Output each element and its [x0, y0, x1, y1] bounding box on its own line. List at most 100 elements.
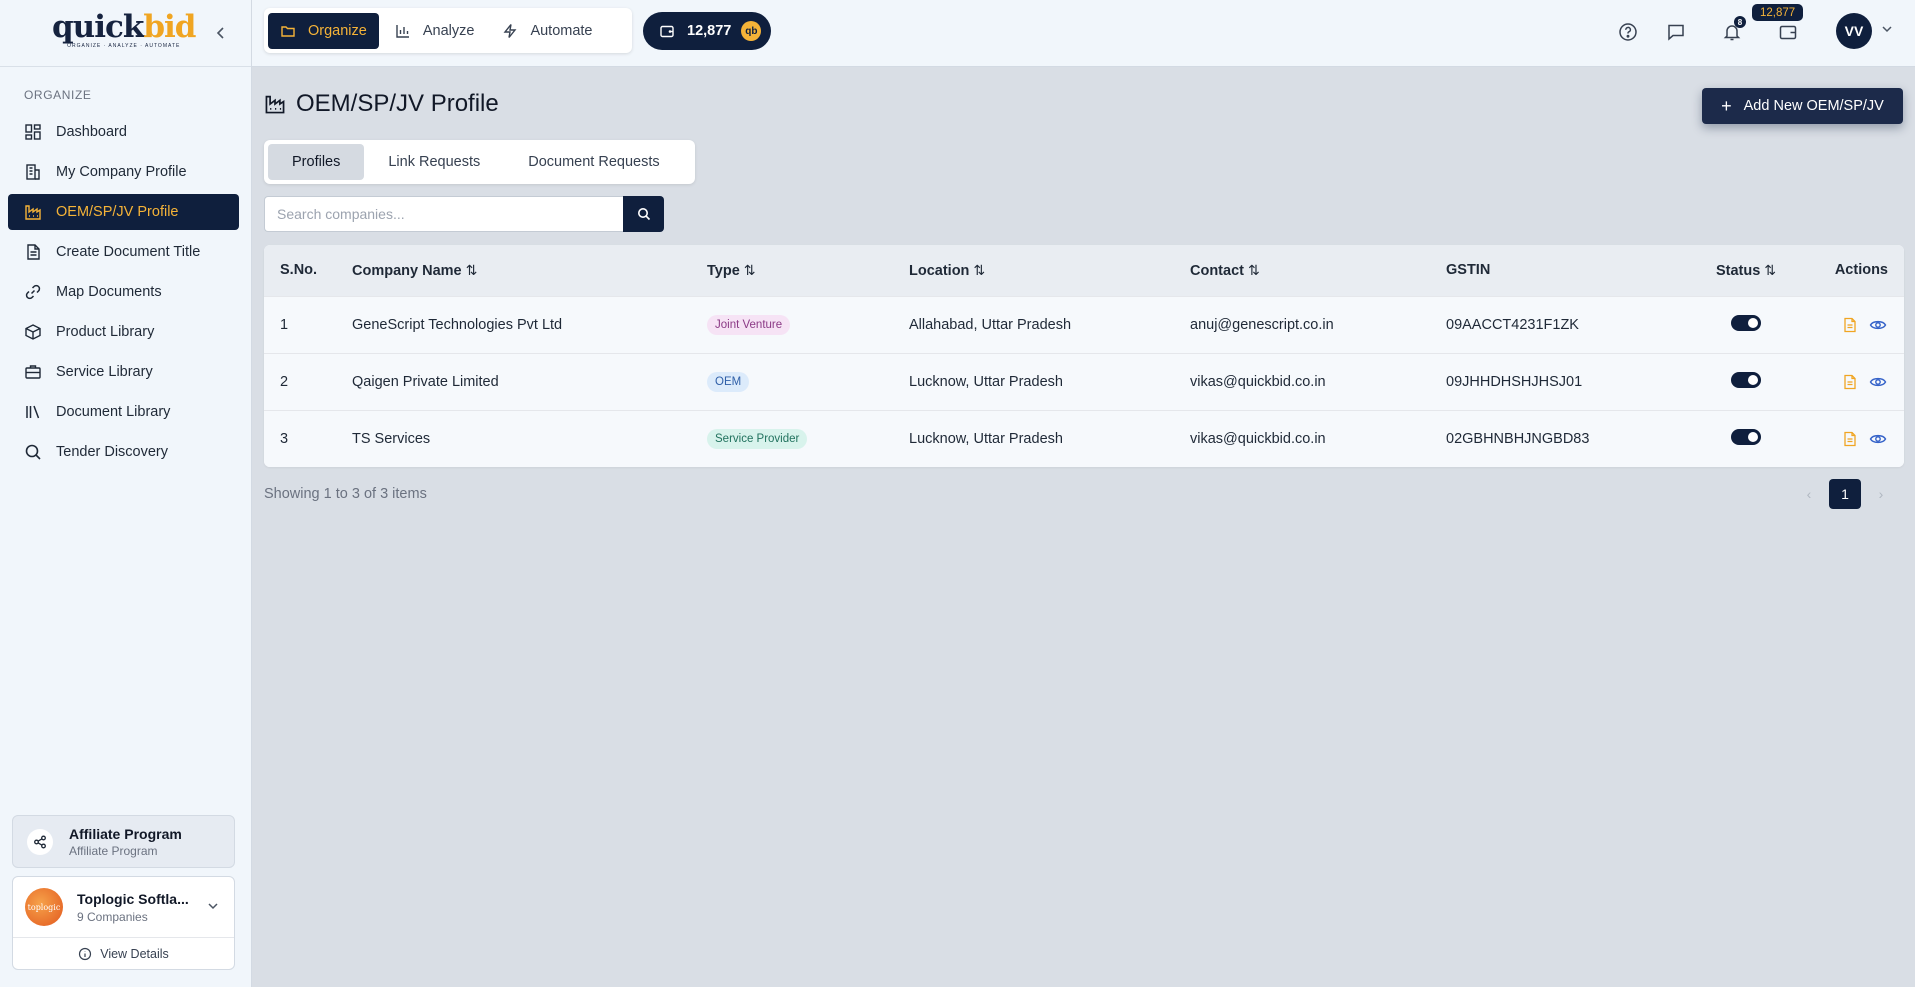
- tab-link-requests[interactable]: Link Requests: [364, 144, 504, 180]
- sort-icon[interactable]: ⇅: [973, 262, 985, 278]
- pagination: ‹ 1 ›: [1795, 479, 1895, 509]
- help-button[interactable]: [1616, 20, 1640, 44]
- sidebar-item-dashboard[interactable]: Dashboard: [8, 114, 239, 150]
- column-header-contact[interactable]: Contact ⇅: [1174, 245, 1430, 296]
- sidebar-nav: Dashboard My Company Profile OEM/SP/JV P…: [8, 114, 239, 474]
- eye-icon[interactable]: [1868, 372, 1888, 392]
- dashboard-grid-icon: [25, 124, 41, 140]
- page-title-text: OEM/SP/JV Profile: [296, 90, 499, 117]
- mode-tab-organize[interactable]: Organize: [268, 12, 379, 49]
- view-details-link[interactable]: View Details: [13, 938, 234, 970]
- logo-tagline: ORGANIZE · ANALYZE · AUTOMATE: [67, 43, 181, 49]
- document-action-icon[interactable]: [1840, 429, 1860, 449]
- sidebar-item-oem-sp-jv-profile[interactable]: OEM/SP/JV Profile: [8, 194, 239, 230]
- sort-icon[interactable]: ⇅: [466, 262, 478, 278]
- search-input[interactable]: [264, 196, 623, 232]
- document-icon: [27, 244, 40, 260]
- sort-icon[interactable]: ⇅: [1764, 262, 1776, 278]
- messages-button[interactable]: [1664, 20, 1688, 44]
- user-avatar[interactable]: VV: [1836, 13, 1872, 49]
- profiles-table: S.No. Company Name ⇅ Type ⇅ Location ⇅ Contact ⇅…: [264, 245, 1904, 467]
- sidebar-item-my-company-profile[interactable]: My Company Profile: [8, 154, 239, 190]
- column-header-label: Contact: [1190, 262, 1244, 279]
- next-page-button[interactable]: ›: [1867, 479, 1895, 509]
- search-bar: [264, 196, 664, 232]
- cell-status: [1680, 410, 1812, 467]
- view-details-label: View Details: [100, 947, 169, 961]
- cell-sno: 1: [280, 316, 289, 333]
- column-header-label: S.No.: [280, 262, 318, 279]
- notification-count-badge: 8: [1734, 16, 1746, 28]
- tab-document-requests[interactable]: Document Requests: [504, 144, 683, 180]
- cell-status: [1680, 353, 1812, 410]
- quickbid-logo[interactable]: quickbid ORGANIZE · ANALYZE · AUTOMATE: [52, 9, 197, 50]
- sort-icon[interactable]: ⇅: [1248, 262, 1260, 278]
- pagination-summary: Showing 1 to 3 of 3 items: [264, 486, 427, 502]
- sidebar-item-document-library[interactable]: Document Library: [8, 394, 239, 430]
- sidebar: quickbid ORGANIZE · ANALYZE · AUTOMATE O…: [0, 0, 252, 987]
- column-header-location[interactable]: Location ⇅: [893, 245, 1174, 296]
- cell-gstin: 09JHHDHSHJHSJ01: [1446, 373, 1583, 390]
- sidebar-item-create-document-title[interactable]: Create Document Title: [8, 234, 239, 270]
- cell-type: Joint Venture: [691, 296, 893, 353]
- status-toggle[interactable]: [1731, 314, 1761, 331]
- page-number-button[interactable]: 1: [1829, 479, 1861, 509]
- column-header-type[interactable]: Type ⇅: [691, 245, 893, 296]
- cell-company-name: Qaigen Private Limited: [352, 373, 499, 390]
- company-switcher[interactable]: toplogic Toplogic Softla... 9 Companies: [13, 877, 234, 938]
- chevron-left-icon: [216, 27, 224, 39]
- chevron-down-icon[interactable]: [1880, 22, 1894, 36]
- logo-main: quick: [52, 9, 144, 45]
- cell-location: Lucknow, Uttar Pradesh: [909, 373, 1063, 390]
- sidebar-item-product-library[interactable]: Product Library: [8, 314, 239, 350]
- cell-actions: [1812, 410, 1904, 467]
- mode-tab-automate[interactable]: Automate: [490, 13, 604, 49]
- column-header-gstin: GSTIN: [1430, 245, 1680, 296]
- eye-icon[interactable]: [1868, 429, 1888, 449]
- credits-pill[interactable]: 12,877 qb: [643, 12, 771, 50]
- mode-tab-label: Organize: [308, 22, 367, 39]
- sort-icon[interactable]: ⇅: [744, 262, 756, 278]
- page-title: OEM/SP/JV Profile: [264, 90, 499, 118]
- logo-row: quickbid ORGANIZE · ANALYZE · AUTOMATE: [0, 0, 251, 67]
- eye-icon[interactable]: [1868, 315, 1888, 335]
- prev-page-button[interactable]: ‹: [1795, 479, 1823, 509]
- company-switcher-card: toplogic Toplogic Softla... 9 Companies …: [12, 876, 235, 970]
- table-row: 3 TS Services Service Provider Lucknow, Utt…: [264, 410, 1904, 467]
- cell-location: Lucknow, Uttar Pradesh: [909, 430, 1063, 447]
- cell-actions: [1812, 296, 1904, 353]
- collapse-sidebar-button[interactable]: [208, 20, 234, 46]
- status-toggle[interactable]: [1731, 371, 1761, 388]
- affiliate-program-card[interactable]: Affiliate Program Affiliate Program: [12, 815, 235, 868]
- sidebar-item-service-library[interactable]: Service Library: [8, 354, 239, 390]
- type-badge: Service Provider: [707, 428, 808, 449]
- cell-contact: anuj@genescript.co.in: [1190, 316, 1334, 333]
- mode-tab-label: Automate: [530, 22, 593, 39]
- column-header-status[interactable]: Status ⇅: [1680, 245, 1812, 296]
- status-toggle[interactable]: [1731, 428, 1761, 445]
- document-action-icon[interactable]: [1840, 315, 1860, 335]
- search-icon: [637, 208, 650, 221]
- table-header-row: S.No. Company Name ⇅ Type ⇅ Location ⇅ Contact ⇅…: [264, 245, 1904, 296]
- library-icon: [26, 405, 40, 419]
- sidebar-item-label: My Company Profile: [56, 164, 187, 180]
- sidebar-item-map-documents[interactable]: Map Documents: [8, 274, 239, 310]
- tab-profiles[interactable]: Profiles: [268, 144, 365, 180]
- wallet-button[interactable]: [1776, 20, 1800, 44]
- column-header-company-name[interactable]: Company Name ⇅: [336, 245, 691, 296]
- mode-tabs: Organize Analyze Automate: [264, 8, 632, 53]
- notifications-button[interactable]: 8: [1720, 16, 1746, 44]
- bar-chart-icon: [396, 24, 409, 38]
- search-icon: [25, 444, 41, 460]
- mode-tab-analyze[interactable]: Analyze: [383, 13, 487, 49]
- credits-value: 12,877: [687, 23, 732, 39]
- sidebar-item-label: Product Library: [56, 324, 155, 340]
- factory-icon: [25, 205, 41, 220]
- search-button[interactable]: [623, 196, 664, 232]
- folder-icon: [281, 25, 295, 37]
- cell-contact: vikas@quickbid.co.in: [1190, 430, 1326, 447]
- table-row: 2 Qaigen Private Limited OEM Lucknow, Uttar…: [264, 353, 1904, 410]
- sidebar-item-tender-discovery[interactable]: Tender Discovery: [8, 434, 239, 470]
- add-new-oem-sp-jv-button[interactable]: + Add New OEM/SP/JV: [1702, 88, 1903, 124]
- document-action-icon[interactable]: [1840, 372, 1860, 392]
